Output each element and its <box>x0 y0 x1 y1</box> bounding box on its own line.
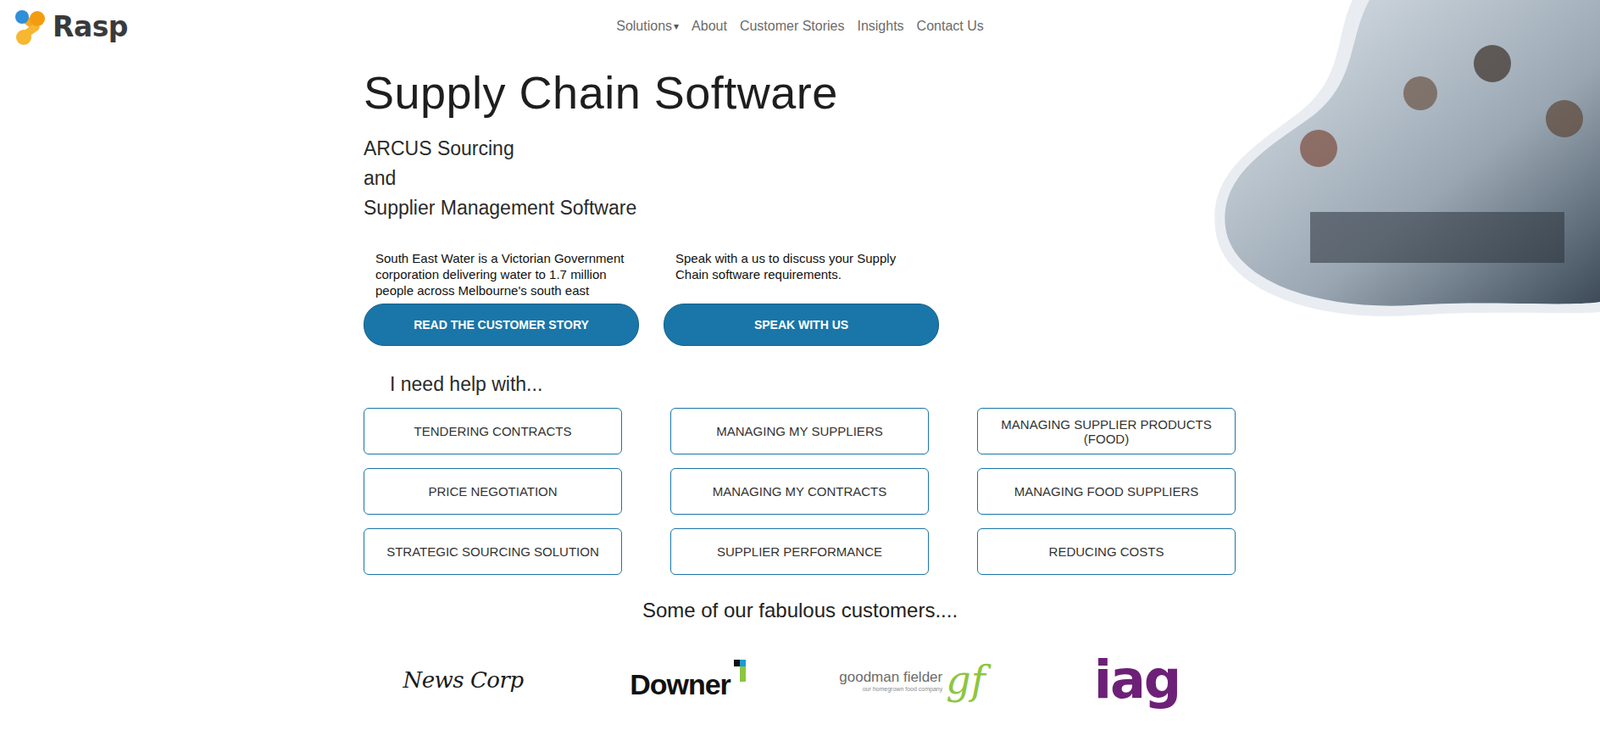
cta-cards: South East Water is a Victorian Governme… <box>363 250 1237 346</box>
nav-item[interactable]: Insights <box>856 18 904 34</box>
main-nav: Solutions▾ About Customer Stories Insights C… <box>616 18 984 34</box>
help-button[interactable]: STRATEGIC SOURCING SOLUTION <box>363 527 623 575</box>
help-button[interactable]: SUPPLIER PERFORMANCE <box>670 527 929 575</box>
logo-name: iag <box>1094 650 1180 709</box>
nav-item[interactable]: Solutions▾ <box>616 18 679 34</box>
team-photo <box>1208 0 1600 323</box>
nav-item[interactable]: Customer Stories <box>739 18 845 34</box>
main-content: Supply Chain Software ARCUS SourcingandSu… <box>363 66 1237 723</box>
nav-item[interactable]: About <box>691 18 728 34</box>
customer-logo: goodman fielderour homegrown food compan… <box>838 660 985 700</box>
logo-name: News Corp <box>402 666 523 693</box>
logo-name: Downer <box>629 667 731 701</box>
logo-icon <box>11 6 48 46</box>
downer-square-icon <box>733 659 746 689</box>
logo-name: goodman fielder <box>838 668 943 686</box>
help-button[interactable]: MANAGING SUPPLIER PRODUCTS (FOOD) <box>977 407 1236 455</box>
subtitle-line: and <box>363 163 1237 194</box>
customer-logo: iag <box>1094 650 1180 709</box>
logo-text: Rasp <box>52 10 128 44</box>
page-title: Supply Chain Software <box>363 66 1237 119</box>
dropdown-caret-icon[interactable]: ▾ <box>673 20 679 33</box>
cta-text: Speak with a us to discuss your Supply C… <box>663 250 939 299</box>
customer-logo: Downer <box>629 659 746 701</box>
cta-button[interactable]: READ THE CUSTOMER STORY <box>363 303 639 346</box>
cta-card: Speak with a us to discuss your Supply C… <box>663 250 939 346</box>
nav-label[interactable]: Insights <box>856 18 904 34</box>
cta-card: South East Water is a Victorian Governme… <box>363 250 639 346</box>
help-button[interactable]: REDUCING COSTS <box>977 527 1236 575</box>
cta-button[interactable]: SPEAK WITH US <box>663 303 939 346</box>
nav-label[interactable]: About <box>691 18 728 34</box>
nav-label[interactable]: Solutions <box>616 18 673 34</box>
hero-subtitle: ARCUS SourcingandSupplier Management Sof… <box>363 133 1237 223</box>
customer-logo: News Corp <box>402 666 523 693</box>
subtitle-line: ARCUS Sourcing <box>363 133 1237 164</box>
logo[interactable]: Rasp <box>11 6 617 46</box>
help-heading: I need help with... <box>389 372 1237 396</box>
nav-label[interactable]: Contact Us <box>916 18 984 34</box>
help-button[interactable]: MANAGING FOOD SUPPLIERS <box>977 467 1236 515</box>
nav-item[interactable]: Contact Us <box>916 18 984 34</box>
subtitle-line: Supplier Management Software <box>363 193 1237 223</box>
logo-tagline: our homegrown food company <box>862 685 944 692</box>
cta-text: South East Water is a Victorian Governme… <box>363 250 639 299</box>
help-button[interactable]: MANAGING MY SUPPLIERS <box>670 407 929 455</box>
help-button[interactable]: MANAGING MY CONTRACTS <box>670 467 929 515</box>
help-button[interactable]: TENDERING CONTRACTS <box>363 407 623 455</box>
logo-mark: gf <box>945 660 985 700</box>
customers-heading: Some of our fabulous customers.... <box>363 598 1237 623</box>
customer-logos: News Corp Downer goodman fielderour homegr… <box>350 637 1250 723</box>
help-grid: TENDERING CONTRACTS MANAGING MY SUPPLIERS… <box>363 407 1237 575</box>
help-button[interactable]: PRICE NEGOTIATION <box>363 467 623 515</box>
header: Rasp Solutions▾ About Customer Stories Insig… <box>0 0 1600 53</box>
goodman-text: goodman fielderour homegrown food compan… <box>838 668 943 692</box>
nav-label[interactable]: Customer Stories <box>739 18 845 34</box>
hero-photo <box>1208 0 1600 323</box>
